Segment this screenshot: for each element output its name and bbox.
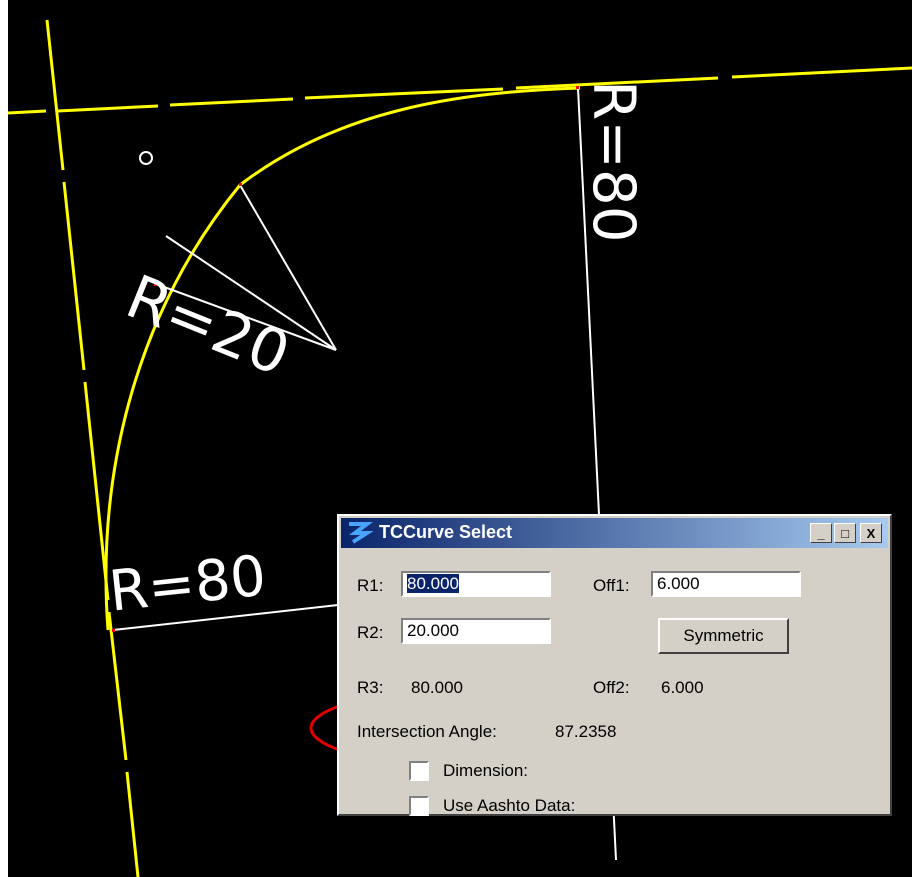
r3-label: R3: <box>357 678 384 697</box>
off1-input[interactable]: 6.000 <box>651 571 801 597</box>
label-r80-right: R=80 <box>580 80 648 243</box>
off1-label: Off1: <box>593 576 630 595</box>
dimension-label: Dimension: <box>443 761 529 780</box>
maximize-button[interactable]: □ <box>834 523 856 543</box>
alignment-dash <box>45 19 65 171</box>
app-logo-icon <box>349 522 373 544</box>
alignment-dash <box>62 181 86 371</box>
close-button[interactable]: X <box>860 523 882 543</box>
vertex-point <box>239 183 242 186</box>
r1-value: 80.000 <box>407 574 459 593</box>
minimize-button[interactable]: _ <box>810 523 832 543</box>
title-bar[interactable]: TCCurve Select _ □ X <box>341 518 888 548</box>
vertex-point <box>576 86 579 89</box>
intersection-angle-value: 87.2358 <box>555 722 617 741</box>
alignment-dash <box>169 97 294 107</box>
vertex-point <box>112 629 115 632</box>
alignment-dash <box>8 109 47 115</box>
alignment-dash <box>125 771 140 877</box>
off2-label: Off2: <box>593 678 630 697</box>
r2-input[interactable]: 20.000 <box>401 618 551 644</box>
r1-input[interactable]: 80.000 <box>401 571 551 597</box>
tccurve-select-dialog[interactable]: TCCurve Select _ □ X R1: 80.000 Off1: 6.… <box>337 514 892 816</box>
aashto-checkbox[interactable] <box>409 796 429 816</box>
r3-value: 80.000 <box>411 678 463 697</box>
off2-value: 6.000 <box>661 678 704 697</box>
intersection-angle-label: Intersection Angle: <box>357 722 497 741</box>
dimension-checkbox[interactable] <box>409 761 429 781</box>
alignment-dash <box>731 66 912 79</box>
aashto-label: Use Aashto Data: <box>443 796 576 815</box>
origin-marker <box>139 151 153 165</box>
r2-label: R2: <box>357 623 384 642</box>
dialog-title: TCCurve Select <box>379 522 513 542</box>
symmetric-button[interactable]: Symmetric <box>658 618 789 654</box>
r1-label: R1: <box>357 576 384 595</box>
alignment-dash <box>57 104 159 113</box>
alignment-dash <box>107 611 128 761</box>
